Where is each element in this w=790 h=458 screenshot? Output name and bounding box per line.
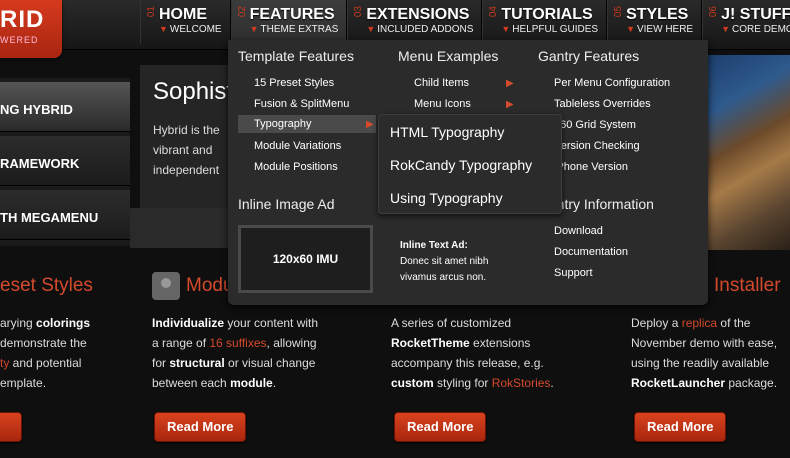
nav-item-tutorials[interactable]: 04 TUTORIALS ▼ HELPFUL GUIDES (482, 0, 608, 44)
dropdown-heading: Menu Examples (398, 48, 499, 64)
nav-number: 04 (488, 6, 500, 18)
nav-title: J! STUFF (721, 6, 790, 23)
nav-item-features[interactable]: 02 FEATURES ▼ THEME EXTRAS (230, 0, 348, 44)
dropdown-link[interactable]: Module Variations (254, 140, 341, 152)
user-icon (152, 272, 180, 300)
hero-strip (130, 208, 230, 248)
chevron-right-icon: ▶ (366, 119, 374, 130)
dropdown-link[interactable]: Download (554, 225, 603, 237)
dropdown-link[interactable]: Version Checking (554, 140, 640, 152)
chevron-down-icon: ▼ (721, 24, 731, 34)
nav-subtitle: ▼ INCLUDED ADDONS (366, 24, 474, 35)
column-text: A series of customized RocketTheme exten… (391, 316, 554, 390)
nav-subtitle: ▼ HELPFUL GUIDES (501, 24, 599, 35)
hero-tab[interactable]: NG HYBRID (0, 82, 130, 132)
nav-item-home[interactable]: 01 HOME ▼ WELCOME (140, 0, 231, 44)
chevron-down-icon: ▼ (159, 24, 168, 34)
text-ad-body: Donec sit amet nibh vivamus arcus non. (400, 256, 489, 283)
dropdown-link[interactable]: Menu Icons (414, 98, 471, 110)
logo[interactable]: RID WERED (0, 0, 62, 58)
text-ad: Inline Text Ad: Donec sit amet nibh viva… (400, 238, 520, 286)
dropdown-link-typography[interactable]: Typography (238, 115, 376, 133)
dropdown-link[interactable]: Module Positions (254, 161, 338, 173)
nav-subtitle: ▼ WELCOME (159, 24, 222, 35)
nav-number: 02 (236, 6, 248, 18)
nav-title: FEATURES (249, 6, 335, 23)
dropdown-link[interactable]: iPhone Version (554, 161, 628, 173)
logo-text: RID (0, 6, 45, 33)
nav-title: HOME (159, 6, 207, 23)
column-title: Installer (714, 275, 781, 296)
read-more-button[interactable]: Read More (634, 412, 727, 442)
nav-item-jstuff[interactable]: 06 J! STUFF ▼CORE DEMOS (702, 0, 790, 44)
nav-number: 01 (146, 6, 157, 18)
dropdown-link[interactable]: 960 Grid System (554, 119, 636, 131)
hero-tab[interactable]: TH MEGAMENU (0, 190, 130, 240)
column-text: arying colorings demonstrate the ty and … (0, 316, 91, 390)
dropdown-link[interactable]: Tableless Overrides (554, 98, 651, 110)
dropdown-link[interactable]: Documentation (554, 246, 628, 258)
chevron-right-icon: ▶ (506, 99, 514, 110)
nav-number: 03 (353, 6, 365, 18)
dropdown-heading: Gantry Features (538, 48, 640, 64)
hero-text: Hybrid is the vibrant and independent (153, 123, 220, 177)
nav-subtitle: ▼CORE DEMOS (721, 24, 790, 35)
logo-subtext: WERED (0, 35, 39, 45)
nav-number: 05 (613, 6, 625, 18)
submenu-link[interactable]: HTML Typography (390, 124, 504, 140)
nav-subtitle: ▼ VIEW HERE (626, 24, 694, 35)
dropdown-link[interactable]: Per Menu Configuration (554, 77, 670, 89)
text-ad-title: Inline Text Ad: (400, 240, 468, 251)
dropdown-heading: Inline Image Ad (238, 196, 335, 212)
hero-image (706, 55, 790, 250)
dropdown-heading: Template Features (238, 48, 354, 64)
main-nav: 01 HOME ▼ WELCOME 02 FEATURES ▼ THEME EXTR… (140, 0, 790, 44)
read-more-button[interactable] (0, 412, 22, 442)
nav-item-styles[interactable]: 05 STYLES ▼ VIEW HERE (607, 0, 703, 44)
typography-submenu: HTML Typography RokCandy Typography Usin… (378, 114, 562, 214)
column-title: Modu (186, 275, 234, 296)
nav-subtitle: ▼ THEME EXTRAS (249, 24, 339, 35)
submenu-link[interactable]: RokCandy Typography (390, 157, 532, 173)
dropdown-link[interactable]: Support (554, 267, 593, 279)
hero-tab[interactable]: RAMEWORK (0, 136, 130, 186)
column-text: Individualize your content with a range … (152, 316, 319, 390)
chevron-down-icon: ▼ (626, 24, 635, 34)
column-text: Deploy a replica of the November demo wi… (631, 316, 778, 390)
dropdown-link[interactable]: Child Items (414, 77, 469, 89)
nav-number: 06 (708, 6, 720, 18)
chevron-right-icon: ▶ (506, 78, 514, 89)
chevron-down-icon: ▼ (501, 24, 511, 34)
nav-title: TUTORIALS (501, 6, 593, 23)
image-ad[interactable]: 120x60 IMU (238, 225, 373, 293)
column-title: eset Styles (0, 275, 93, 296)
submenu-link[interactable]: Using Typography (390, 190, 503, 206)
chevron-down-icon: ▼ (366, 24, 376, 34)
dropdown-link[interactable]: Fusion & SplitMenu (254, 98, 349, 110)
read-more-button[interactable]: Read More (154, 412, 247, 442)
chevron-down-icon: ▼ (249, 24, 259, 34)
hero-title: Sophist (153, 78, 234, 105)
nav-title: EXTENSIONS (366, 6, 470, 23)
dropdown-link[interactable]: 15 Preset Styles (254, 77, 334, 89)
nav-item-extensions[interactable]: 03 EXTENSIONS ▼ INCLUDED ADDONS (347, 0, 483, 44)
read-more-button[interactable]: Read More (394, 412, 487, 442)
nav-title: STYLES (626, 6, 689, 23)
